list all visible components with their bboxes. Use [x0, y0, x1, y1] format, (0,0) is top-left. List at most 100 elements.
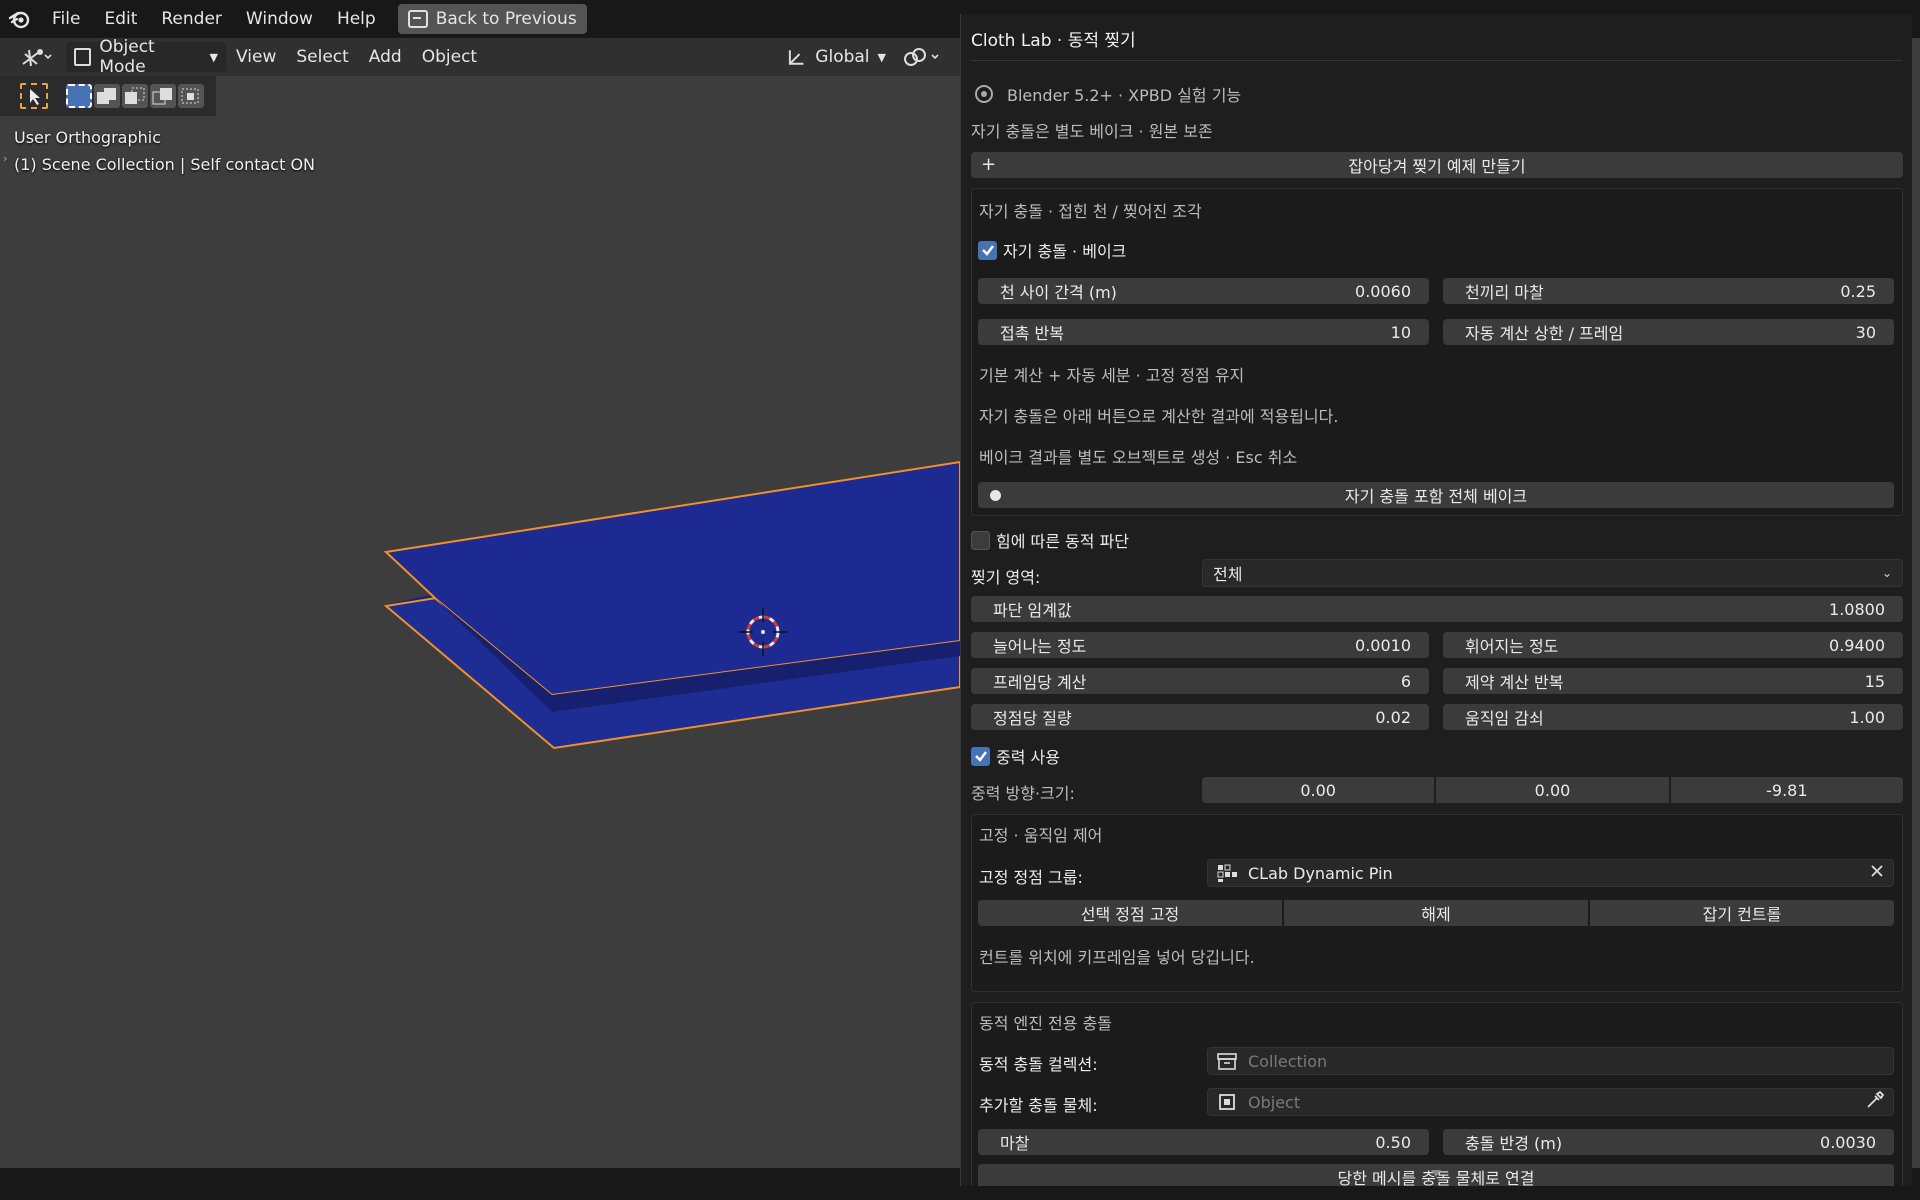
eyedropper-icon[interactable] [1865, 1090, 1885, 1114]
cloth-friction-field[interactable]: 천끼리 마찰 0.25 [1443, 278, 1894, 304]
self-collision-info-3: 베이크 결과를 별도 오브젝트로 생성 · Esc 취소 [979, 448, 1298, 467]
viewport-canvas[interactable] [0, 116, 965, 1168]
pin-group-value: CLab Dynamic Pin [1248, 863, 1393, 883]
substeps-label: 프레임당 계산 [993, 673, 1087, 692]
cloth-gap-field[interactable]: 천 사이 간격 (m) 0.0060 [978, 278, 1429, 304]
collision-friction-field[interactable]: 마찰 0.50 [978, 1129, 1429, 1155]
version-info-row: Blender 5.2+ · XPBD 실험 기능 [973, 82, 1241, 106]
bake-all-label: 자기 충돌 포함 전체 베이크 [1344, 487, 1528, 506]
self-collision-info-2: 자기 충돌은 아래 버튼으로 계산한 결과에 적용됩니다. [979, 407, 1339, 426]
collision-object-field[interactable]: Object [1207, 1088, 1894, 1116]
self-collision-info-1: 기본 계산 + 자동 세분 · 고정 정점 유지 [979, 366, 1245, 385]
collision-collection-field[interactable]: Collection [1207, 1047, 1894, 1075]
constraint-iterations-value: 15 [1864, 671, 1885, 691]
checkmark-icon [971, 746, 990, 766]
select-box-new-icon[interactable] [66, 84, 92, 108]
toolbar-expand-icon[interactable]: › [3, 152, 7, 165]
tear-threshold-field[interactable]: 파단 임계값 1.0800 [971, 596, 1903, 622]
damping-field[interactable]: 움직임 감쇠 1.00 [1443, 704, 1903, 730]
substeps-value: 6 [1400, 671, 1411, 691]
contact-iterations-field[interactable]: 접촉 반복 10 [978, 319, 1429, 345]
bake-note-text: 자기 충돌은 별도 베이크 · 원본 보존 [971, 122, 1213, 141]
collision-section-title: 동적 엔진 전용 충돌 [979, 1014, 1113, 1033]
select-box-extend-icon[interactable] [94, 84, 120, 108]
menu-edit[interactable]: Edit [92, 0, 149, 38]
contact-iterations-label: 접촉 반복 [1000, 324, 1064, 343]
menu-select[interactable]: Select [286, 47, 358, 67]
grab-control-button[interactable]: 잡기 컨트롤 [1590, 900, 1894, 926]
link-icon [904, 48, 939, 66]
gravity-x-field[interactable]: 0.00 [1202, 777, 1435, 803]
chevron-down-icon: ▼ [209, 50, 218, 64]
tear-area-select[interactable]: 전체 ⌄ [1202, 559, 1903, 587]
collision-friction-value: 0.50 [1375, 1132, 1411, 1152]
cloth-lab-panel: Cloth Lab · 동적 찢기 Blender 5.2+ · XPBD 실험… [960, 14, 1912, 1186]
scroll-down-icon[interactable] [1431, 1170, 1441, 1177]
create-example-label: 잡아당겨 찢기 예제 만들기 [1348, 157, 1526, 176]
orientation-axes-icon [788, 50, 804, 65]
checkbox-empty-icon [971, 530, 990, 550]
stretch-field[interactable]: 늘어나는 정도 0.0010 [971, 632, 1429, 658]
self-collision-checkbox[interactable]: 자기 충돌 · 베이크 [978, 238, 1126, 262]
vertex-mass-value: 0.02 [1375, 707, 1411, 727]
pivot-point-select[interactable] [902, 42, 948, 72]
auto-limit-label: 자동 계산 상한 / 프레임 [1465, 324, 1624, 343]
constraint-iterations-field[interactable]: 제약 계산 반복 15 [1443, 668, 1903, 694]
gravity-y-field[interactable]: 0.00 [1436, 777, 1669, 803]
back-to-previous-button[interactable]: Back to Previous [397, 4, 587, 34]
gravity-z-field[interactable]: -9.81 [1670, 777, 1903, 803]
menu-render[interactable]: Render [149, 0, 234, 38]
tear-area-label: 찢기 영역: [971, 568, 1041, 587]
select-box-intersect-icon[interactable] [178, 84, 204, 108]
dynamic-tear-checkbox[interactable]: 힘에 따른 동적 파단 [971, 528, 1129, 552]
cloth-gap-value: 0.0060 [1355, 281, 1411, 301]
select-box-invert-icon[interactable] [150, 84, 176, 108]
view-name-label: User Orthographic [14, 128, 162, 147]
pin-group-field[interactable]: CLab Dynamic Pin [1207, 859, 1894, 887]
pin-selected-button[interactable]: 선택 정점 고정 [978, 900, 1282, 926]
back-to-previous-label: Back to Previous [435, 9, 577, 29]
object-mode-select[interactable]: Object Mode ▼ [66, 37, 226, 77]
orientation-label: Global [815, 47, 870, 67]
collision-radius-field[interactable]: 충돌 반경 (m) 0.0030 [1443, 1129, 1894, 1155]
record-dot-icon [990, 490, 1001, 501]
back-icon [407, 10, 428, 28]
bake-all-button[interactable]: 자기 충돌 포함 전체 베이크 [978, 482, 1894, 508]
editor-type-button[interactable] [14, 42, 58, 72]
collection-info-label: (1) Scene Collection | Self contact ON [14, 155, 316, 174]
unpin-button[interactable]: 해제 [1284, 900, 1588, 926]
tool-settings-row [0, 76, 216, 116]
auto-limit-value: 30 [1855, 322, 1876, 342]
substeps-field[interactable]: 프레임당 계산 6 [971, 668, 1429, 694]
auto-limit-field[interactable]: 자동 계산 상한 / 프레임 30 [1443, 319, 1894, 345]
menu-view[interactable]: View [226, 47, 286, 67]
select-tool-icon[interactable] [20, 83, 48, 109]
self-collision-label: 자기 충돌 · 베이크 [1003, 242, 1127, 261]
collision-radius-label: 충돌 반경 (m) [1465, 1134, 1563, 1153]
object-mode-icon [74, 48, 92, 66]
use-gravity-checkbox[interactable]: 중력 사용 [971, 744, 1060, 768]
self-collision-section-title: 자기 충돌 · 접힌 천 / 찢어진 조각 [979, 202, 1202, 221]
bend-field[interactable]: 휘어지는 정도 0.9400 [1443, 632, 1903, 658]
checkmark-icon [978, 240, 997, 260]
menu-file[interactable]: File [40, 0, 92, 38]
version-info-text: Blender 5.2+ · XPBD 실험 기능 [1007, 86, 1242, 105]
cloth-gap-label: 천 사이 간격 (m) [1000, 283, 1117, 302]
collection-box-icon [1217, 1053, 1237, 1070]
blender-version-icon [975, 85, 993, 103]
select-box-subtract-icon[interactable] [122, 84, 148, 108]
chevron-down-icon: ⌄ [1881, 566, 1892, 580]
gravity-vector-field: 0.00 0.00 -9.81 [1202, 777, 1903, 803]
clear-x-icon[interactable] [1869, 863, 1885, 883]
menu-add[interactable]: Add [359, 47, 412, 67]
blender-logo-icon[interactable] [0, 0, 40, 38]
create-example-button[interactable]: + 잡아당겨 찢기 예제 만들기 [971, 152, 1903, 178]
vertex-mass-field[interactable]: 정점당 질량 0.02 [971, 704, 1429, 730]
collision-friction-label: 마찰 [1000, 1134, 1030, 1153]
transform-orientation-select[interactable]: Global ▼ [780, 42, 892, 72]
menu-help[interactable]: Help [325, 0, 388, 38]
damping-label: 움직임 감쇠 [1465, 709, 1544, 728]
menu-window[interactable]: Window [234, 0, 325, 38]
menu-object[interactable]: Object [412, 47, 487, 67]
vertex-mass-label: 정점당 질량 [993, 709, 1072, 728]
